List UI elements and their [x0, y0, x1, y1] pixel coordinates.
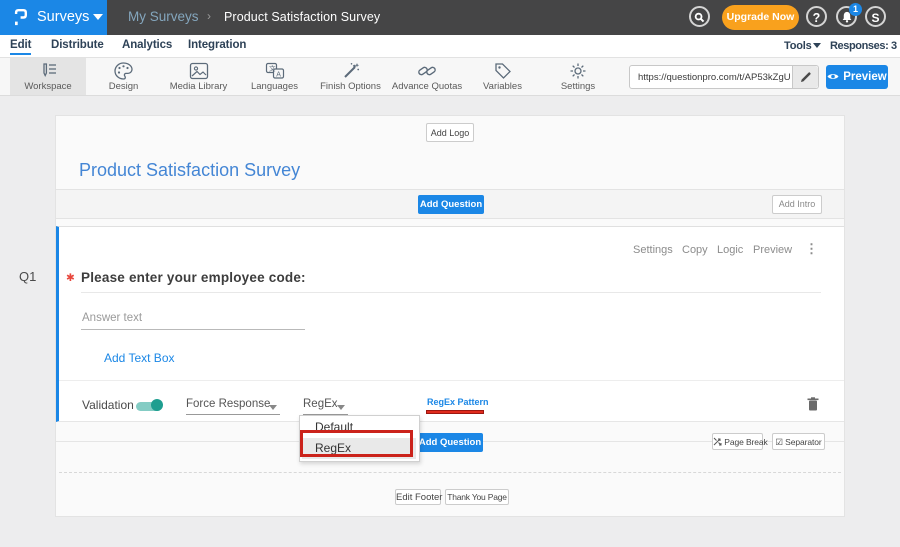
svg-text:文: 文	[269, 64, 276, 73]
svg-text:A: A	[276, 71, 281, 78]
